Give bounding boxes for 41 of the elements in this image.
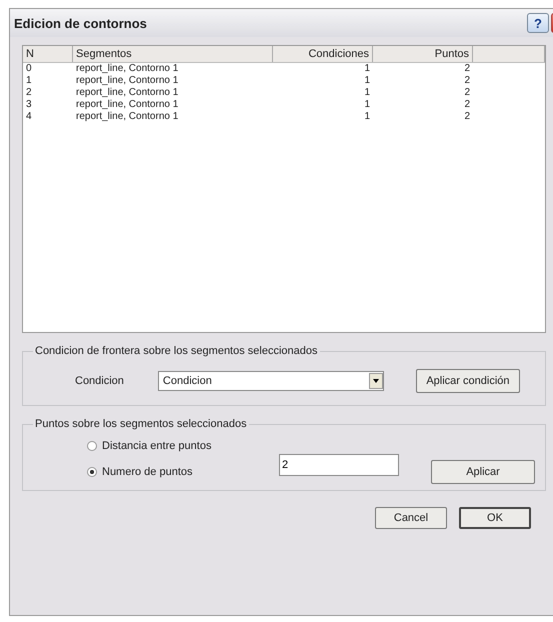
- cancel-button[interactable]: Cancel: [375, 507, 447, 529]
- radio-option[interactable]: Distancia entre puntos: [87, 440, 257, 452]
- table-cell-text: report_line, Contorno 1: [75, 75, 180, 87]
- table-cell-text: 4: [25, 111, 33, 123]
- table-cell-text: report_line, Contorno 1: [75, 87, 180, 99]
- table-cell-text: 1: [363, 99, 371, 111]
- group-title: Puntos sobre los segmentos seleccionados: [34, 418, 248, 430]
- table-cell-text: 2: [25, 87, 33, 99]
- table-cell-text: 2: [463, 111, 471, 123]
- table-cell-text: 1: [363, 87, 371, 99]
- column-header[interactable]: Condiciones: [273, 46, 373, 62]
- table-cell-text: report_line, Contorno 1: [75, 111, 180, 123]
- table-cell-text: 3: [25, 99, 33, 111]
- apply-condition-button[interactable]: Aplicar condición: [416, 369, 520, 393]
- radio-button[interactable]: [87, 467, 97, 477]
- radio-label: Numero de puntos: [102, 466, 192, 478]
- condition-label: Condicion: [75, 375, 124, 387]
- condition-dropdown[interactable]: Condicion: [158, 371, 384, 391]
- table-cell-text: 2: [463, 99, 471, 111]
- group-title: Condicion de frontera sobre los segmentos seleccionados: [34, 345, 318, 357]
- table-cell-text: 1: [25, 75, 33, 87]
- table-cell-text: 1: [363, 75, 371, 87]
- input-field[interactable]: 2: [279, 454, 399, 476]
- table-cell-text: 1: [363, 63, 371, 75]
- table-cell-text: 0: [25, 63, 33, 75]
- radio-option[interactable]: Numero de puntos: [87, 466, 257, 478]
- table-cell-text: 2: [463, 63, 471, 75]
- table-cell-text: 1: [363, 111, 371, 123]
- column-header[interactable]: N: [23, 46, 73, 62]
- table-cell-text: 2: [463, 87, 471, 99]
- ok-button[interactable]: OK: [459, 507, 531, 529]
- help-button[interactable]: ?: [527, 13, 549, 33]
- column-header[interactable]: Segmentos: [73, 46, 273, 62]
- table-cell-text: report_line, Contorno 1: [75, 99, 180, 111]
- apply-button[interactable]: Aplicar: [431, 460, 535, 484]
- table-cell-text: 2: [463, 75, 471, 87]
- radio-button[interactable]: [87, 441, 97, 451]
- column-header[interactable]: Puntos: [373, 46, 473, 62]
- radio-label: Distancia entre puntos: [102, 440, 212, 452]
- table-cell-text: report_line, Contorno 1: [75, 63, 180, 75]
- window-title: Edicion de contornos: [14, 16, 148, 30]
